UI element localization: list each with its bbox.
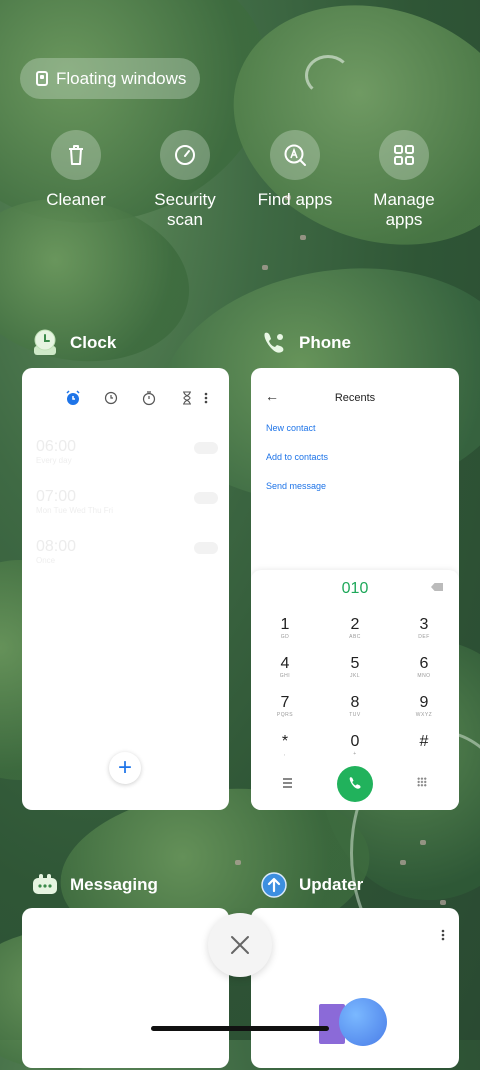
updater-app-icon	[261, 872, 287, 898]
clear-all-button[interactable]	[208, 913, 272, 977]
trash-icon	[51, 130, 101, 180]
dial-key[interactable]: 0 +	[325, 733, 385, 757]
dialpad: 010 1 GD 2 ABC 3 DEF 4 GHI 5 JKL 6 MNO 7 PQRS 8…	[251, 570, 459, 810]
floating-windows-button[interactable]: Floating windows	[20, 58, 200, 99]
clock-app-card[interactable]: 06:00 Every day 07:00 Mon Tue Wed Thu Fr…	[22, 368, 229, 810]
home-indicator[interactable]	[151, 1026, 329, 1031]
security-scan-button[interactable]: Security scan	[130, 130, 240, 230]
floating-window-icon	[36, 71, 48, 86]
add-alarm-button[interactable]: +	[109, 752, 141, 784]
alarm-repeat: Mon Tue Wed Thu Fri	[36, 506, 114, 515]
dial-key[interactable]: 3 DEF	[394, 616, 454, 640]
alarm-time: 06:00	[36, 438, 77, 455]
grid-apps-icon	[379, 130, 429, 180]
clock-tabs	[22, 390, 229, 410]
clock-app-icon	[32, 329, 58, 356]
find-apps-label: Find apps	[257, 190, 333, 209]
alarm-time: 08:00	[36, 538, 77, 555]
dial-key[interactable]: #	[394, 733, 454, 751]
cleaner-button[interactable]: Cleaner	[21, 130, 131, 210]
dial-key[interactable]: 2 ABC	[325, 616, 385, 640]
quick-actions-row: Cleaner Security scan Find apps Manage a…	[0, 110, 480, 260]
clock-app-name: Clock	[70, 333, 117, 352]
manage-apps-button[interactable]: Manage apps	[349, 130, 459, 230]
messaging-app-card[interactable]	[22, 908, 229, 1068]
dial-key[interactable]: 4 GHI	[255, 655, 315, 679]
alarm-toggle[interactable]	[194, 492, 218, 504]
messaging-app-name: Messaging	[70, 875, 158, 894]
dial-key[interactable]: 6 MNO	[394, 655, 454, 679]
phone-call-icon	[349, 777, 361, 789]
phone-app-header[interactable]: Phone	[261, 330, 351, 356]
security-scan-label: Security scan	[154, 190, 216, 229]
manage-apps-label: Manage apps	[373, 190, 435, 229]
dial-key[interactable]: 7 PQRS	[255, 694, 315, 718]
alarm-item[interactable]: 06:00 Every day	[36, 438, 218, 465]
phone-app-card[interactable]: ← Recents New contact Add to contacts Se…	[251, 368, 459, 810]
dial-key[interactable]: 8 TUV	[325, 694, 385, 718]
clock-app-header[interactable]: Clock	[32, 329, 117, 356]
more-options-icon[interactable]	[439, 928, 447, 947]
updater-app-header[interactable]: Updater	[261, 872, 363, 898]
updater-app-card[interactable]	[251, 908, 459, 1068]
alarm-toggle[interactable]	[194, 442, 218, 454]
dial-key[interactable]: 1 GD	[255, 616, 315, 640]
alarm-item[interactable]: 08:00 Once	[36, 538, 218, 565]
find-apps-button[interactable]: Find apps	[240, 130, 350, 210]
close-icon	[231, 936, 249, 954]
updater-app-name: Updater	[299, 875, 364, 894]
alarm-repeat: Once	[36, 556, 56, 565]
miui-logo-graphic	[319, 998, 391, 1052]
alarm-repeat: Every day	[36, 456, 72, 465]
alarm-item[interactable]: 07:00 Mon Tue Wed Thu Fri	[36, 488, 218, 515]
call-button[interactable]	[337, 766, 373, 802]
cleaner-label: Cleaner	[46, 190, 106, 209]
new-contact-link[interactable]: New contact	[266, 423, 316, 433]
alarm-time: 07:00	[36, 488, 77, 505]
send-message-link[interactable]: Send message	[266, 481, 326, 491]
add-to-contacts-link[interactable]: Add to contacts	[266, 452, 328, 462]
menu-icon[interactable]	[283, 778, 292, 790]
clock-tab-icon[interactable]	[103, 390, 119, 406]
recents-title: Recents	[334, 392, 376, 404]
phone-app-icon	[261, 330, 287, 356]
timer-tab-icon[interactable]	[179, 390, 195, 406]
find-apps-icon	[270, 130, 320, 180]
alarm-tab-icon[interactable]	[65, 390, 81, 406]
more-options-icon[interactable]	[202, 390, 218, 406]
dialpad-toggle-icon[interactable]	[417, 777, 427, 787]
alarm-toggle[interactable]	[194, 542, 218, 554]
dial-key[interactable]: 9 WXYZ	[394, 694, 454, 718]
security-gauge-icon	[160, 130, 210, 180]
dial-key[interactable]: *,	[255, 733, 315, 757]
messaging-app-header[interactable]: Messaging	[32, 872, 158, 898]
messaging-app-icon	[32, 872, 58, 898]
dialed-number: 010	[341, 580, 369, 597]
phone-app-name: Phone	[299, 333, 351, 352]
dial-key[interactable]: 5 JKL	[325, 655, 385, 679]
floating-windows-label: Floating windows	[56, 68, 187, 88]
stopwatch-tab-icon[interactable]	[141, 390, 157, 406]
